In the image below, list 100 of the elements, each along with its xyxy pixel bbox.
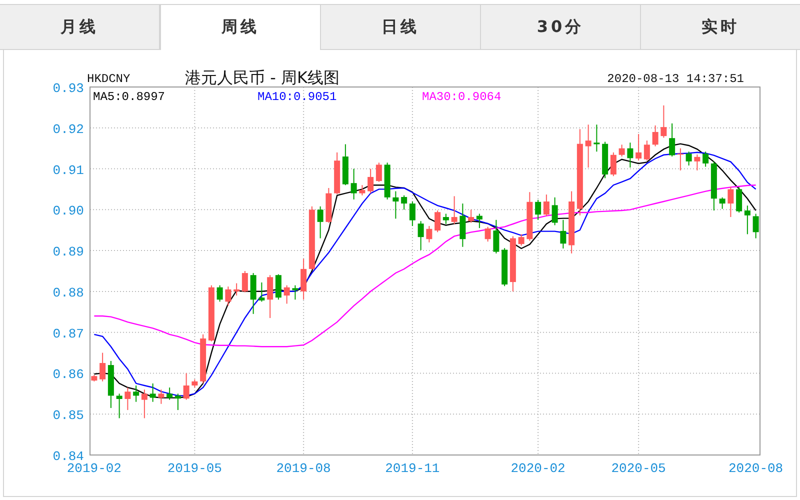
candle	[308, 206, 315, 270]
candle	[543, 194, 550, 217]
candle	[359, 184, 366, 196]
legend-label: MA10:0.9051	[258, 90, 337, 104]
candle	[710, 160, 717, 211]
candle	[158, 389, 164, 404]
candle	[493, 219, 500, 254]
candle	[644, 140, 650, 162]
candle	[560, 219, 566, 249]
candle	[652, 124, 658, 147]
axis-label: 0.93	[52, 81, 84, 96]
candle	[610, 152, 616, 177]
candle	[225, 286, 232, 306]
tab[interactable]: 月线	[0, 5, 160, 49]
candle	[124, 387, 131, 411]
axis-label: 0.84	[52, 449, 84, 464]
candle	[317, 206, 324, 239]
legend-label: MA5:0.8997	[93, 90, 166, 104]
candle	[300, 258, 307, 300]
candle	[602, 141, 608, 179]
axis-label: 2019-08	[276, 461, 331, 476]
candle	[342, 144, 348, 186]
axis-label: 0.92	[52, 122, 84, 137]
candle	[744, 205, 750, 235]
candle	[702, 151, 709, 168]
tab[interactable]: 30分	[481, 5, 641, 49]
candle	[384, 162, 390, 200]
candle	[192, 378, 198, 388]
candle	[535, 199, 542, 220]
candle	[526, 192, 533, 242]
candle	[100, 352, 106, 382]
axis-label: 0.85	[52, 408, 84, 424]
candle	[510, 236, 516, 292]
axis-label: 0.87	[52, 326, 84, 342]
candle	[460, 203, 466, 248]
candle	[426, 226, 432, 243]
candle	[442, 213, 449, 224]
candle	[451, 196, 458, 224]
legend-label: MA30:0.9064	[422, 90, 502, 104]
candle	[409, 201, 416, 227]
candle	[166, 387, 173, 400]
candle	[275, 274, 282, 300]
candle	[518, 234, 524, 246]
candle	[334, 152, 340, 195]
tab[interactable]: 周线	[160, 5, 321, 50]
candle	[719, 196, 726, 210]
candle	[242, 270, 248, 293]
candle	[660, 104, 667, 138]
axis-label: 2020-08	[728, 461, 784, 476]
candle	[150, 382, 156, 402]
candle	[418, 220, 424, 251]
axis-label: 2020-05	[611, 461, 666, 476]
candle	[677, 148, 684, 171]
tab[interactable]: 日线	[321, 5, 481, 49]
chart-title: 港元人民币 - 周K线图	[185, 68, 340, 87]
candle	[200, 334, 206, 384]
candle	[728, 186, 734, 218]
axis-label: 0.86	[52, 367, 84, 382]
axis-label: 0.91	[52, 162, 84, 178]
candle	[468, 209, 474, 224]
candle	[736, 186, 742, 214]
candle	[502, 248, 508, 287]
symbol-label: HKDCNY	[87, 72, 130, 86]
candle	[116, 393, 122, 419]
timestamp: 2020-08-13 14:37:51	[607, 72, 744, 86]
candle	[686, 151, 692, 166]
candle	[636, 134, 642, 162]
candle	[216, 284, 223, 302]
candle	[618, 144, 625, 157]
candle	[258, 282, 265, 302]
candle	[208, 284, 214, 342]
candle	[183, 372, 190, 400]
candle	[627, 142, 634, 168]
candle	[133, 385, 140, 402]
axis-label: 2019-02	[66, 461, 122, 476]
candle	[752, 213, 759, 239]
candle	[669, 122, 676, 157]
candle	[434, 210, 441, 233]
candle	[174, 393, 181, 411]
axis-label: 2020-02	[510, 461, 566, 476]
candle	[250, 272, 256, 314]
candle	[292, 284, 298, 300]
candle	[392, 190, 399, 220]
axis-label: 2019-11	[385, 461, 440, 476]
candle	[476, 213, 482, 229]
candle	[552, 196, 558, 226]
candle	[694, 154, 700, 171]
candle	[350, 168, 357, 200]
candle	[284, 284, 290, 304]
candle	[568, 190, 575, 254]
candle	[484, 226, 491, 242]
axis-label: 0.89	[52, 244, 84, 260]
axis-label: 0.88	[52, 285, 84, 300]
axis-label: 0.90	[52, 204, 84, 219]
tab[interactable]: 实时	[641, 5, 800, 49]
candle	[376, 162, 382, 182]
candle	[267, 274, 274, 319]
candle	[141, 389, 148, 419]
candle	[585, 124, 592, 168]
candle	[108, 360, 114, 408]
